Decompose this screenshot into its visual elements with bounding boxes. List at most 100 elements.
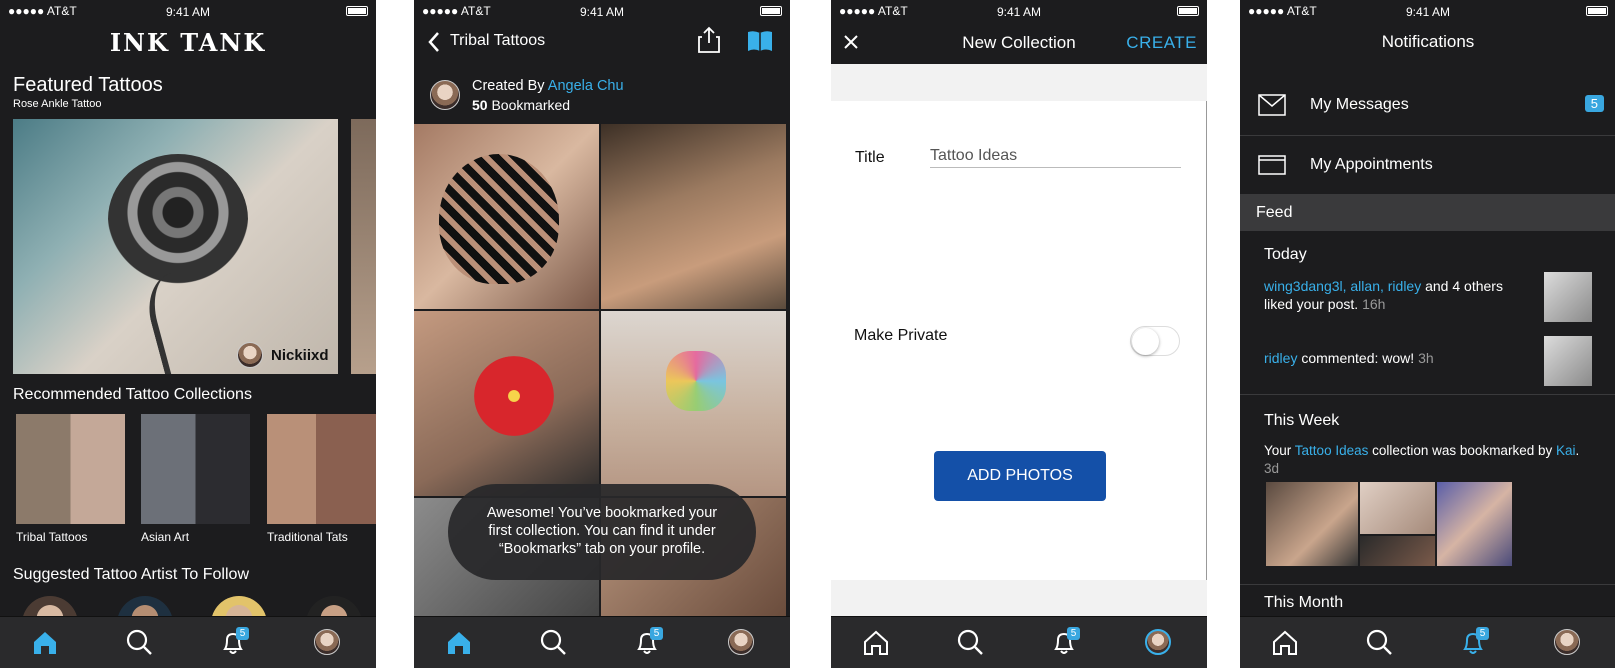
make-private-toggle[interactable] — [1130, 326, 1180, 356]
tab-bar: 5 — [831, 616, 1207, 668]
tab-bar: 5 — [1240, 616, 1615, 668]
tab-profile[interactable] — [1552, 627, 1586, 659]
my-messages-label: My Messages — [1310, 96, 1409, 113]
title-label: Title — [855, 149, 885, 166]
home-icon — [864, 630, 888, 655]
home-screen: ●●●●● AT&T 9:41 AM INK TANK Featured Tat… — [0, 0, 376, 668]
bottom-divider-band — [831, 580, 1207, 616]
tab-search[interactable] — [538, 627, 572, 659]
commented-post-thumbnail[interactable] — [1544, 336, 1592, 386]
featured-tattoo-image[interactable]: Nickiixd — [13, 119, 338, 374]
status-bar: ●●●●● AT&T 9:41 AM — [0, 0, 376, 22]
tattoo-photo[interactable] — [601, 311, 786, 496]
week-mid: collection was bookmarked by — [1372, 443, 1553, 458]
collection-card[interactable]: Traditional Tats — [267, 414, 376, 544]
artist-avatar — [237, 342, 263, 368]
featured-artist-tag[interactable]: Nickiixd — [235, 340, 329, 370]
next-featured-image[interactable] — [351, 119, 376, 374]
collection-card[interactable]: Asian Art — [141, 414, 250, 544]
collection-photo[interactable] — [1266, 482, 1358, 566]
search-icon — [540, 629, 566, 655]
my-appointments-row[interactable]: My Appointments — [1240, 136, 1615, 196]
battery-icon — [1586, 6, 1608, 16]
profile-icon — [1554, 629, 1580, 655]
tab-profile[interactable] — [726, 627, 760, 659]
like-time: 16h — [1362, 296, 1386, 312]
collection-card[interactable]: Tribal Tattoos — [16, 414, 125, 544]
notification-badge: 5 — [1476, 627, 1489, 640]
top-divider-band — [831, 64, 1207, 101]
home-icon — [448, 632, 470, 654]
tab-notifications[interactable]: 5 — [218, 627, 252, 659]
featured-subtitle: Rose Ankle Tattoo — [13, 98, 102, 110]
create-button[interactable]: CREATE — [1126, 33, 1197, 53]
tab-notifications[interactable]: 5 — [1458, 627, 1492, 659]
tab-home[interactable] — [444, 627, 478, 659]
tab-notifications[interactable]: 5 — [632, 627, 666, 659]
navigation-bar: Tribal Tattoos — [414, 22, 790, 62]
tab-profile[interactable] — [312, 627, 346, 659]
comment-text: commented: wow! — [1301, 350, 1415, 366]
search-icon — [126, 629, 152, 655]
liker-names-link[interactable]: wing3dang3l, allan, ridley — [1264, 278, 1421, 294]
this-week-heading: This Week — [1264, 412, 1340, 429]
like-notification[interactable]: wing3dang3l, allan, ridley and 4 others … — [1264, 277, 1504, 313]
tab-notifications[interactable]: 5 — [1049, 627, 1083, 659]
tab-search[interactable] — [124, 627, 158, 659]
title-input[interactable] — [930, 144, 1181, 168]
feed-header-label: Feed — [1256, 204, 1293, 221]
notifications-screen: ●●●●● AT&T 9:41 AM Notifications My Mess… — [1240, 0, 1615, 668]
tattoo-photo[interactable] — [414, 311, 599, 496]
liked-post-thumbnail[interactable] — [1544, 272, 1592, 322]
status-bar: ●●●●● AT&T 9:41 AM — [1240, 0, 1615, 22]
share-icon[interactable] — [697, 26, 721, 54]
tattoo-photo[interactable] — [414, 124, 599, 309]
bookmark-notification[interactable]: Your Tattoo Ideas collection was bookmar… — [1264, 442, 1599, 478]
app-logo: INK TANK — [109, 28, 267, 57]
tab-search[interactable] — [1364, 627, 1398, 659]
bookmarker-link[interactable]: Kai — [1556, 443, 1576, 458]
tab-home[interactable] — [1270, 627, 1304, 659]
collection-photo[interactable] — [1437, 482, 1512, 566]
tab-profile[interactable] — [1143, 627, 1177, 659]
commenter-name-link[interactable]: ridley — [1264, 350, 1297, 366]
bookmark-count: 50 — [472, 97, 488, 113]
comment-time: 3h — [1418, 350, 1434, 366]
comment-notification[interactable]: ridley commented: wow! 3h — [1264, 350, 1434, 366]
bookmark-count-line: 50 Bookmarked — [472, 97, 570, 113]
bookmark-icon[interactable] — [747, 30, 773, 52]
home-icon — [1273, 630, 1297, 655]
tab-home[interactable] — [30, 627, 64, 659]
tab-bar: 5 — [414, 616, 790, 668]
created-by-label: Created By — [472, 78, 545, 94]
envelope-icon — [1258, 94, 1286, 116]
notification-badge: 5 — [650, 627, 663, 640]
hibiscus-tattoo — [474, 356, 554, 436]
profile-icon — [314, 629, 340, 655]
recommended-title: Recommended Tattoo Collections — [13, 386, 252, 403]
clock: 9:41 AM — [579, 5, 625, 19]
tab-bar: 5 — [0, 616, 376, 668]
collection-link[interactable]: Tattoo Ideas — [1295, 443, 1369, 458]
my-messages-row[interactable]: My Messages 5 — [1240, 76, 1615, 136]
today-heading: Today — [1264, 246, 1307, 263]
rose-tattoo — [108, 154, 248, 284]
notification-badge: 5 — [1067, 627, 1080, 640]
tab-home[interactable] — [861, 627, 895, 659]
creator-info: Created By Angela Chu 50 Bookmarked — [414, 70, 790, 122]
creator-name-link[interactable]: Angela Chu — [548, 78, 624, 94]
collection-photo[interactable] — [1360, 482, 1435, 534]
search-icon — [957, 629, 983, 655]
battery-icon — [1177, 6, 1199, 16]
back-chevron-icon[interactable] — [426, 30, 442, 54]
new-collection-screen: ●●●●● AT&T 9:41 AM New Collection CREATE… — [831, 0, 1207, 668]
tattoo-photo[interactable] — [601, 124, 786, 309]
clock: 9:41 AM — [1405, 5, 1451, 19]
collection-photo[interactable] — [1360, 536, 1435, 566]
bookmark-time: 3d — [1264, 461, 1280, 476]
creator-avatar[interactable] — [430, 80, 460, 110]
add-photos-button[interactable]: ADD PHOTOS — [934, 451, 1106, 501]
tab-search[interactable] — [955, 627, 989, 659]
calendar-icon — [1258, 155, 1286, 175]
search-icon — [1366, 629, 1392, 655]
